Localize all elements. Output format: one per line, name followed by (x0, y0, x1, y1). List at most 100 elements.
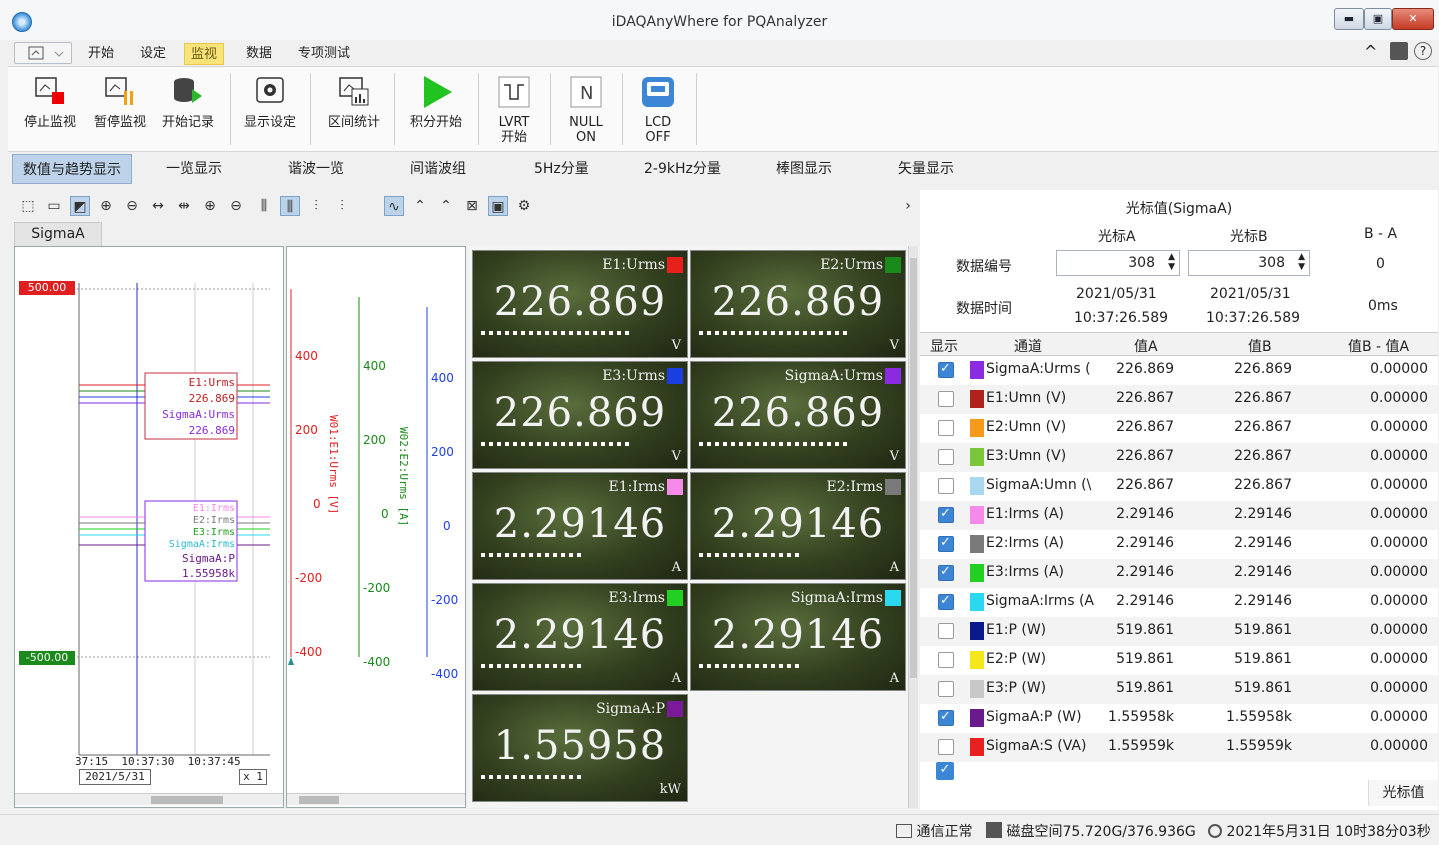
wave-icon[interactable]: ∿ (384, 196, 404, 216)
meter-scroll-thumb[interactable] (910, 258, 917, 678)
header-diff[interactable]: 值B - 值A (1348, 336, 1409, 356)
cursor-b-number[interactable]: 308 (1188, 250, 1310, 276)
stop-monitor-button[interactable]: 停止监视 (18, 75, 82, 153)
meter-tile[interactable]: E2:Irms 2.29146 A (690, 472, 906, 580)
axis-left-icon[interactable]: ⫶ (306, 196, 326, 216)
show-checkbox[interactable] (938, 506, 954, 523)
show-checkbox[interactable] (938, 709, 954, 726)
axis-icon[interactable]: ⫼ (254, 196, 274, 216)
menu-data[interactable]: 数据 (240, 43, 278, 65)
y-zoom-out-icon[interactable]: ⊖ (226, 196, 246, 216)
show-checkbox[interactable] (938, 739, 954, 755)
span-icon[interactable]: ↔ (148, 196, 168, 216)
select-all-checkbox-icon[interactable]: ✓ (936, 762, 954, 780)
table-row[interactable]: E1:P (W) 519.861 519.861 0.00000 (920, 617, 1438, 646)
peak-icon[interactable]: ⌃ (410, 196, 430, 216)
header-show[interactable]: 显示 (930, 336, 958, 356)
header-value-a[interactable]: 值A (1134, 336, 1158, 356)
show-checkbox[interactable] (938, 449, 954, 465)
table-row[interactable]: E1:Umn (V) 226.867 226.867 0.00000 (920, 385, 1438, 414)
lvrt-start-button[interactable]: LVRT 开始 (484, 75, 544, 153)
zoom-in-icon[interactable]: ⊕ (96, 196, 116, 216)
meter-tile[interactable]: SigmaA:Irms 2.29146 A (690, 583, 906, 691)
trend-zoom[interactable]: x 1 (239, 769, 267, 785)
show-checkbox[interactable] (938, 361, 954, 378)
menu-settings[interactable]: 设定 (134, 43, 172, 65)
sigma-tab[interactable]: SigmaA (14, 222, 102, 246)
show-checkbox[interactable] (938, 681, 954, 697)
show-checkbox[interactable] (938, 623, 954, 639)
tab-2-9khz[interactable]: 2-9kHz分量 (634, 154, 731, 184)
trend-scrollbar[interactable] (15, 793, 283, 805)
start-record-button[interactable]: 开始记录 (156, 75, 220, 153)
table-row[interactable]: E1:Irms (A) 2.29146 2.29146 0.00000 (920, 501, 1438, 530)
cursor-value-button[interactable]: 光标值 (1368, 780, 1438, 806)
table-row[interactable]: E2:Umn (V) 226.867 226.867 0.00000 (920, 414, 1438, 443)
meter-tile[interactable]: SigmaA:P 1.55958 kW (472, 694, 688, 802)
table-row[interactable]: E3:Umn (V) 226.867 226.867 0.00000 (920, 443, 1438, 472)
zoom-out-icon[interactable]: ⊖ (122, 196, 142, 216)
meter-tile[interactable]: E3:Urms 226.869 V (472, 361, 688, 469)
meter-tile[interactable]: SigmaA:Urms 226.869 V (690, 361, 906, 469)
close-button[interactable]: ✕ (1392, 8, 1434, 30)
maximize-button[interactable]: ▣ (1364, 8, 1392, 30)
tab-bar-graph[interactable]: 棒图显示 (766, 154, 842, 184)
app-menu-button[interactable] (14, 42, 72, 64)
meter-scrollbar[interactable] (908, 246, 918, 808)
help-icon[interactable]: ? (1414, 42, 1432, 60)
save-icon[interactable] (1390, 42, 1408, 60)
show-checkbox[interactable] (938, 391, 954, 407)
minimize-button[interactable]: ▬ (1334, 8, 1364, 30)
axis-group-icon[interactable]: ⫼ (280, 196, 300, 216)
show-checkbox[interactable] (938, 652, 954, 668)
show-checkbox[interactable] (938, 535, 954, 552)
null-on-button[interactable]: N NULL ON (556, 75, 616, 153)
table-row[interactable]: E3:Irms (A) 2.29146 2.29146 0.00000 (920, 559, 1438, 588)
fit-span-icon[interactable]: ⇹ (174, 196, 194, 216)
settings-gear-icon[interactable]: ⚙ (514, 196, 534, 216)
fit-icon[interactable]: ⊠ (462, 196, 482, 216)
menu-special-test[interactable]: 专项测试 (292, 43, 356, 65)
show-checkbox[interactable] (938, 420, 954, 436)
tab-numeric-trend[interactable]: 数值与趋势显示 (12, 154, 132, 184)
menu-monitor[interactable]: 监视 (184, 43, 225, 65)
tab-harmonic-list[interactable]: 谐波一览 (278, 154, 354, 184)
show-checkbox[interactable] (938, 593, 954, 610)
table-row[interactable]: SigmaA:Irms (A 2.29146 2.29146 0.00000 (920, 588, 1438, 617)
meter-tile[interactable]: E1:Irms 2.29146 A (472, 472, 688, 580)
meter-tile[interactable]: E2:Urms 226.869 V (690, 250, 906, 358)
show-checkbox[interactable] (938, 564, 954, 581)
table-row[interactable]: SigmaA:P (W) 1.55958k 1.55958k 0.00000 (920, 704, 1438, 733)
display-settings-button[interactable]: 显示设定 (238, 75, 302, 153)
peak2-icon[interactable]: ⌃ (436, 196, 456, 216)
axis-right-icon[interactable]: ⫶ (332, 196, 352, 216)
pause-monitor-button[interactable]: 暂停监视 (88, 75, 152, 153)
interval-stats-button[interactable]: 区间统计 (318, 75, 390, 153)
table-row[interactable]: E2:P (W) 519.861 519.861 0.00000 (920, 646, 1438, 675)
tab-vector[interactable]: 矢量显示 (888, 154, 964, 184)
axes-scroll-thumb[interactable] (299, 796, 339, 804)
lcd-view-icon[interactable]: ▭ (44, 196, 64, 216)
axes-scrollbar[interactable] (287, 793, 465, 805)
trend-view-icon[interactable]: ◩ (70, 196, 90, 216)
table-row[interactable]: SigmaA:Urms (226.869 226.869 0.00000 (920, 356, 1438, 385)
tab-5hz[interactable]: 5Hz分量 (524, 154, 599, 184)
trend-scroll-thumb[interactable] (151, 796, 223, 804)
y-zoom-in-icon[interactable]: ⊕ (200, 196, 220, 216)
integration-start-button[interactable]: 积分开始 (400, 75, 472, 153)
header-channel[interactable]: 通道 (1014, 336, 1042, 356)
table-row[interactable]: E2:Irms (A) 2.29146 2.29146 0.00000 (920, 530, 1438, 559)
show-checkbox[interactable] (938, 478, 954, 494)
menu-start[interactable]: 开始 (82, 43, 120, 65)
meter-tile[interactable]: E3:Irms 2.29146 A (472, 583, 688, 691)
meter-tile[interactable]: E1:Urms 226.869 V (472, 250, 688, 358)
tab-list[interactable]: 一览显示 (156, 154, 232, 184)
table-row[interactable]: E3:P (W) 519.861 519.861 0.00000 (920, 675, 1438, 704)
lcd-toggle-icon[interactable]: ▣ (488, 196, 508, 216)
collapse-ribbon-icon[interactable]: ^ (1364, 42, 1377, 61)
lcd-off-button[interactable]: LCD OFF (628, 75, 688, 153)
cursor-a-number[interactable]: 308 (1056, 250, 1180, 276)
expand-chevron-icon[interactable]: › (898, 196, 918, 216)
table-row[interactable]: SigmaA:S (VA) 1.55959k 1.55959k 0.00000 (920, 733, 1438, 762)
chart-icon[interactable]: ⬚ (18, 196, 38, 216)
